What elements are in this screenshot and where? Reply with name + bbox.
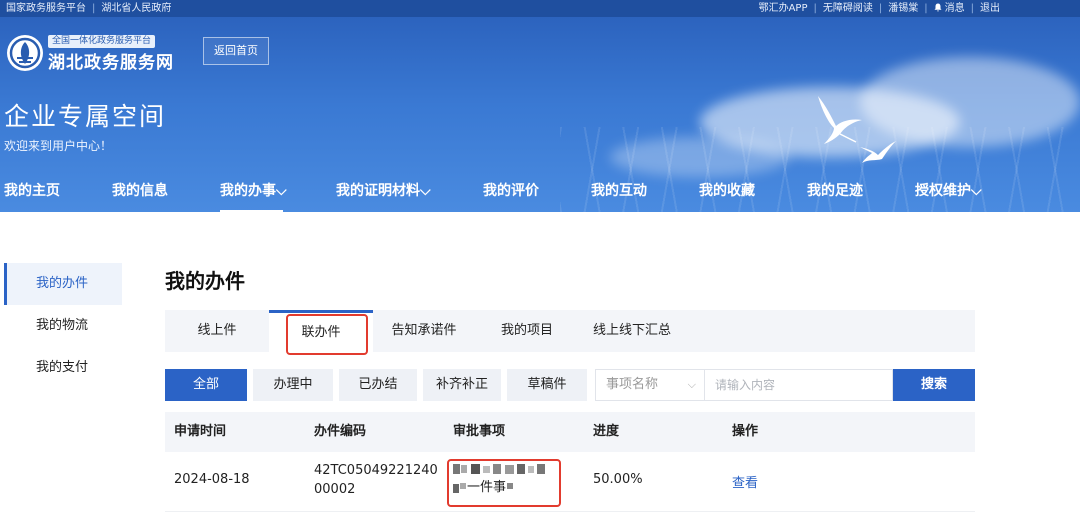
chevron-down-icon: ⌵	[687, 378, 696, 391]
filter-drafts[interactable]: 草稿件	[507, 369, 587, 401]
nav-item-label: 我的办事	[220, 183, 276, 199]
table-row: 2024-08-18 42TC05049221240 00002 一件事 50.…	[165, 452, 975, 512]
sidebar-item-my-logistics[interactable]: 我的物流	[4, 305, 122, 347]
view-link[interactable]: 查看	[732, 472, 758, 491]
nav-item-my-footprints[interactable]: 我的足迹	[807, 180, 863, 200]
search-field-select[interactable]: 事项名称 ⌵	[595, 369, 705, 401]
link-hubei-government[interactable]: 湖北省人民政府	[101, 3, 171, 14]
link-accessibility[interactable]: 无障碍阅读	[823, 3, 873, 14]
chevron-down-icon: ⌵	[971, 183, 982, 199]
crane-bird-icon	[860, 141, 896, 163]
tab-commitment-cases[interactable]: 告知承诺件	[373, 310, 475, 352]
return-home-button[interactable]: 返回首页	[203, 37, 269, 65]
divider: |	[924, 3, 928, 14]
divider: |	[878, 3, 883, 14]
tab-joint-cases[interactable]: 联办件	[269, 310, 373, 352]
chevron-down-icon: ⌵	[276, 183, 287, 199]
column-header: 审批事项	[453, 424, 506, 439]
column-header: 办件编码	[314, 424, 367, 439]
divider: |	[970, 3, 974, 14]
case-type-tabs: 线上件 联办件 告知承诺件 我的项目 线上线下汇总	[165, 310, 975, 352]
main-nav: 我的主页 我的信息 我的办事⌵ 我的证明材料⌵ 我的评价 我的互动 我的收藏 我…	[0, 177, 1080, 212]
space-title: 企业专属空间	[4, 102, 167, 131]
nav-item-label: 授权维护	[915, 183, 971, 199]
table-header: 申请时间 办件编码 审批事项 进度 操作	[165, 412, 975, 452]
column-header: 进度	[593, 424, 620, 439]
nav-item-my-affairs[interactable]: 我的办事⌵	[220, 180, 287, 212]
item-line: 一件事	[453, 478, 549, 497]
messages-link[interactable]: 消息	[934, 3, 965, 14]
nav-item-my-reviews[interactable]: 我的评价	[483, 180, 539, 200]
cell-code: 42TC05049221240 00002	[314, 461, 438, 499]
column-header: 申请时间	[174, 424, 227, 439]
filter-completed[interactable]: 已办结	[339, 369, 417, 401]
tab-my-projects[interactable]: 我的项目	[475, 310, 579, 352]
top-left-links: 国家政务服务平台 | 湖北省人民政府	[6, 0, 171, 17]
logout-link[interactable]: 退出	[980, 3, 1000, 14]
link-national-platform[interactable]: 国家政务服务平台	[6, 3, 86, 14]
cell-approval-item: 一件事	[453, 459, 549, 497]
link-app[interactable]: 鄂汇办APP	[759, 3, 808, 14]
code-line: 00002	[314, 482, 356, 497]
cell-date: 2024-08-18	[174, 472, 250, 487]
sidebar-item-my-cases[interactable]: 我的办件	[4, 263, 122, 305]
nav-item-my-interactions[interactable]: 我的互动	[591, 180, 647, 200]
nav-item-label: 我的证明材料	[336, 183, 420, 199]
pixelated-redaction	[453, 482, 466, 493]
redacted-text	[453, 459, 549, 478]
filter-in-progress[interactable]: 办理中	[253, 369, 333, 401]
page-title: 我的办件	[165, 269, 245, 293]
search-button[interactable]: 搜索	[893, 369, 975, 401]
filter-supplement[interactable]: 补齐补正	[423, 369, 501, 401]
cell-progress: 50.00%	[593, 472, 643, 487]
sidebar-item-my-payments[interactable]: 我的支付	[4, 347, 122, 389]
user-name-link[interactable]: 潘锡棠	[888, 3, 918, 14]
bell-icon	[934, 3, 942, 12]
search-input[interactable]	[704, 369, 893, 401]
pixelated-redaction	[453, 463, 545, 474]
platform-tagline: 全国一体化政务服务平台	[48, 35, 156, 48]
chevron-down-icon: ⌵	[420, 183, 431, 199]
nav-item-my-info[interactable]: 我的信息	[112, 180, 168, 200]
code-line: 42TC05049221240	[314, 463, 438, 478]
header-banner: 全国一体化政务服务平台 湖北政务服务网 返回首页 企业专属空间 欢迎来到用户中心…	[0, 17, 1080, 212]
column-header: 操作	[732, 424, 759, 439]
pixelated-redaction	[507, 482, 514, 489]
nav-item-my-certificates[interactable]: 我的证明材料⌵	[336, 180, 431, 200]
tab-online-offline-summary[interactable]: 线上线下汇总	[579, 310, 685, 352]
nav-item-home[interactable]: 我的主页	[4, 180, 60, 200]
messages-label: 消息	[944, 3, 965, 14]
top-utility-bar: 国家政务服务平台 | 湖北省人民政府 鄂汇办APP | 无障碍阅读 | 潘锡棠 | 消息 | 退出	[0, 0, 1080, 17]
nav-item-authorization[interactable]: 授权维护⌵	[915, 180, 982, 200]
welcome-text: 欢迎来到用户中心！	[4, 139, 113, 153]
divider: |	[813, 3, 817, 14]
divider: |	[92, 3, 96, 14]
tab-online-cases[interactable]: 线上件	[165, 310, 269, 352]
filter-all[interactable]: 全部	[165, 369, 247, 401]
item-name-visible: 一件事	[467, 480, 507, 495]
select-value: 事项名称	[606, 377, 659, 392]
top-right-links: 鄂汇办APP | 无障碍阅读 | 潘锡棠 | 消息 | 退出	[759, 0, 1000, 17]
government-emblem-logo	[7, 35, 43, 71]
site-name: 湖北政务服务网	[48, 53, 174, 73]
nav-item-my-favorites[interactable]: 我的收藏	[699, 180, 755, 200]
